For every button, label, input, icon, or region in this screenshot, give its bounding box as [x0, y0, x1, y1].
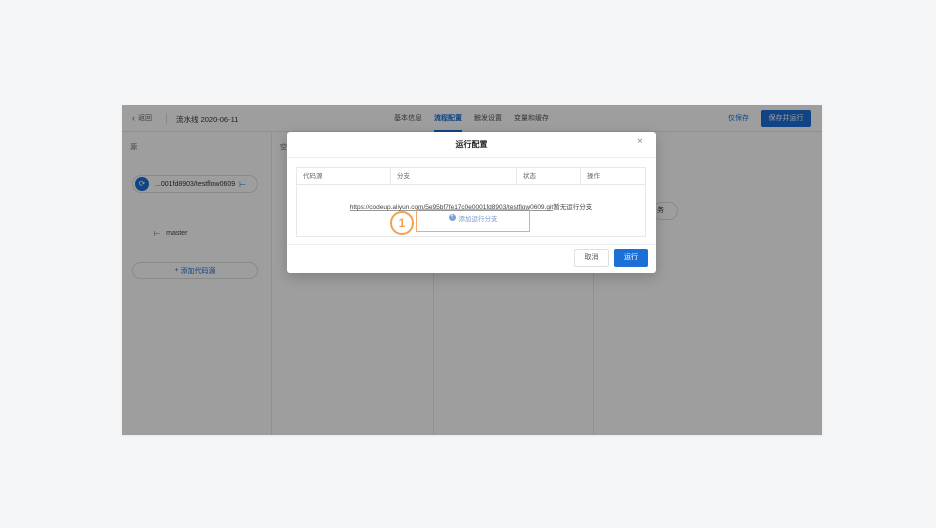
column-header: 代码源: [297, 168, 391, 185]
column-header: 操作: [587, 173, 600, 180]
divider: [287, 157, 656, 158]
cancel-button[interactable]: 取消: [574, 249, 609, 267]
step-number-badge: 1: [390, 211, 414, 235]
column-header: 状态: [517, 168, 581, 185]
run-button[interactable]: 运行: [614, 249, 648, 267]
pipeline-editor-window: ‹ 返回 流水线 2020-06-11 基本信息 流程配置 触发设置 变量和缓存…: [122, 105, 822, 435]
column-header: 分支: [391, 168, 517, 185]
add-run-branch-button[interactable]: + 添加运行分支: [416, 209, 530, 232]
divider: [287, 244, 656, 245]
add-run-branch-label: 添加运行分支: [458, 216, 498, 223]
empty-branch-message: 暂无运行分支: [553, 204, 593, 211]
branch-table: 代码源 分支 状态 操作 https://codeup.aliyun.com/5…: [296, 167, 646, 237]
dialog-title: 运行配置: [455, 140, 488, 149]
run-config-dialog: 运行配置 × 代码源 分支 状态 操作 https://codeup.aliyu…: [287, 132, 656, 273]
plus-circle-icon: +: [448, 214, 456, 221]
table-header: 代码源 分支 状态 操作: [297, 168, 645, 185]
close-icon[interactable]: ×: [637, 137, 643, 147]
